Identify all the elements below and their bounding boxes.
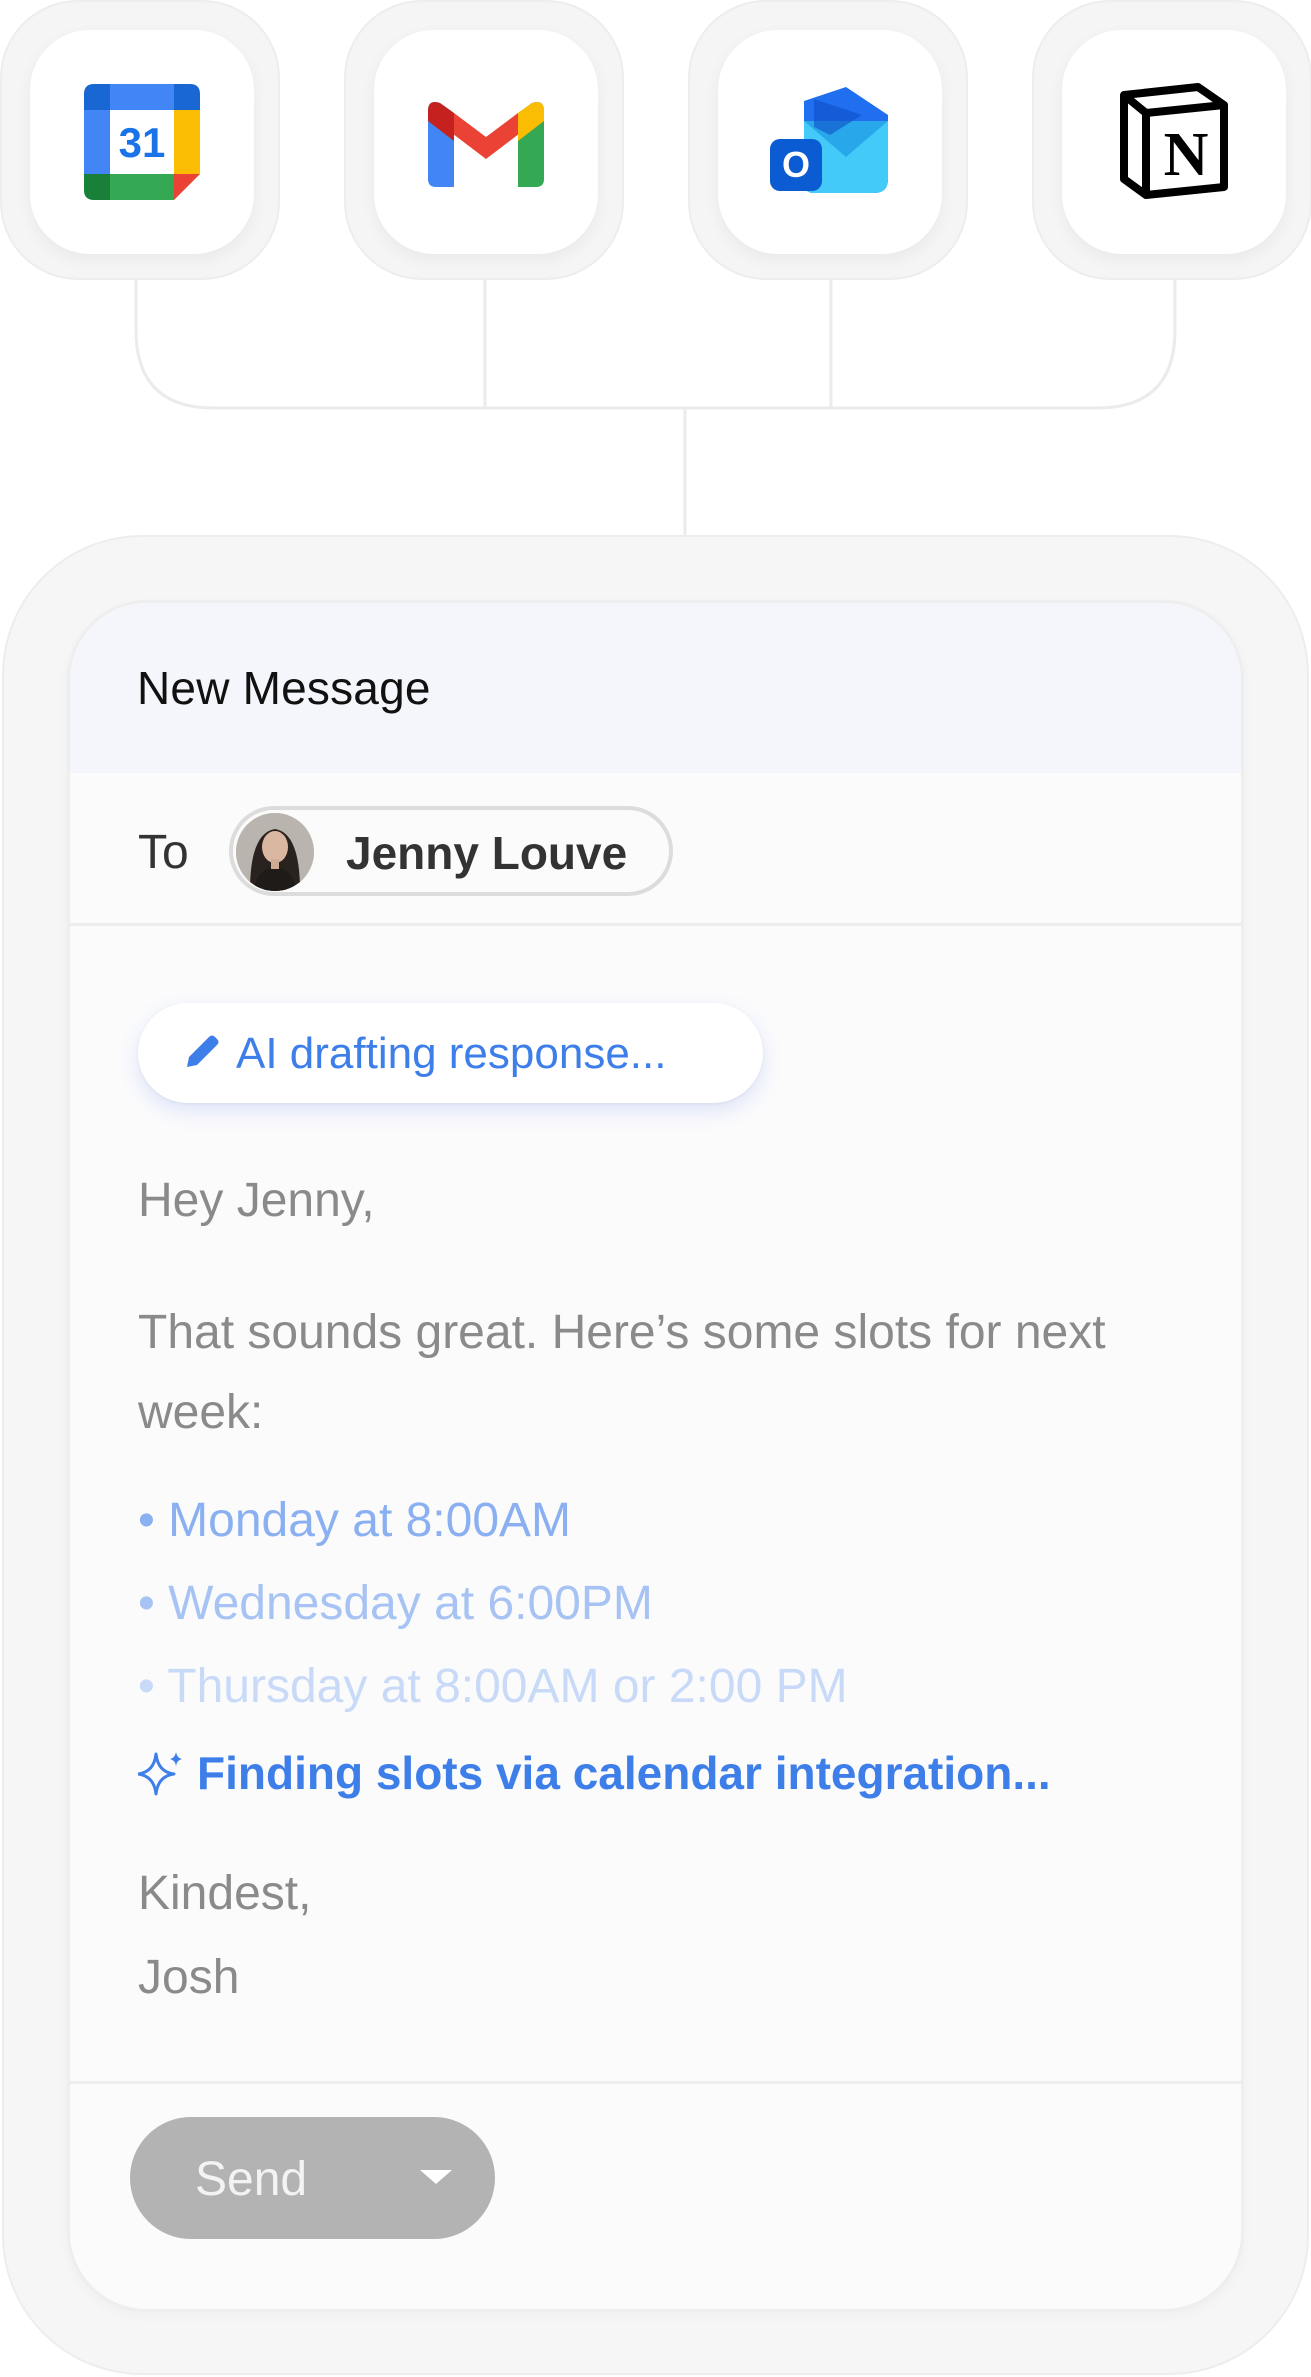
send-button[interactable]: Send bbox=[130, 2117, 495, 2239]
message-paragraph: That sounds great. Here’s some slots for… bbox=[138, 1306, 1106, 1439]
notion-letter: N bbox=[1164, 121, 1209, 189]
integration-google-calendar[interactable]: 31 bbox=[0, 0, 280, 280]
sparkle-icon bbox=[138, 1752, 182, 1796]
recipient-row: To Jenny Louve bbox=[70, 773, 1241, 926]
integration-card: N bbox=[1062, 30, 1286, 254]
finding-slots-status: Finding slots via calendar integration..… bbox=[197, 1747, 1051, 1799]
recipient-chip[interactable]: Jenny Louve bbox=[229, 806, 673, 896]
slot-item: • Monday at 8:00AM bbox=[138, 1494, 572, 1547]
slot-item: • Thursday at 8:00AM or 2:00 PM bbox=[138, 1660, 848, 1713]
integration-card: O bbox=[718, 30, 942, 254]
outlook-letter: O bbox=[782, 144, 810, 185]
integration-gmail[interactable] bbox=[344, 0, 624, 280]
avatar bbox=[236, 813, 314, 891]
integration-card bbox=[374, 30, 598, 254]
compose-title: New Message bbox=[137, 662, 431, 714]
pencil-icon bbox=[187, 1035, 219, 1067]
chevron-down-icon[interactable] bbox=[420, 2170, 452, 2184]
integration-notion[interactable]: N bbox=[1032, 0, 1311, 280]
compose-footer: Send bbox=[70, 2081, 1241, 2309]
compose-window: New Message To Jenny Louve AI drafting r… bbox=[67, 600, 1244, 2312]
integration-outlook[interactable]: O bbox=[688, 0, 968, 280]
outlook-icon: O bbox=[770, 87, 888, 193]
compose-header: New Message bbox=[70, 603, 1241, 773]
slot-item: • Wednesday at 6:00PM bbox=[138, 1577, 653, 1630]
ai-drafting-label: AI drafting response... bbox=[236, 1029, 667, 1078]
recipient-name: Jenny Louve bbox=[346, 827, 628, 879]
message-signature: Josh bbox=[138, 1951, 240, 2004]
google-calendar-icon: 31 bbox=[84, 84, 200, 200]
avatar-photo bbox=[236, 813, 314, 891]
message-greeting: Hey Jenny, bbox=[138, 1174, 375, 1227]
send-label: Send bbox=[195, 2153, 308, 2206]
gmail-icon bbox=[428, 102, 544, 187]
calendar-day-number: 31 bbox=[119, 119, 166, 166]
ai-drafting-badge: AI drafting response... bbox=[138, 1003, 763, 1103]
notion-icon: N bbox=[1120, 83, 1228, 199]
message-signoff: Kindest, bbox=[138, 1867, 312, 1920]
integration-card: 31 bbox=[30, 30, 254, 254]
to-label: To bbox=[138, 826, 189, 879]
